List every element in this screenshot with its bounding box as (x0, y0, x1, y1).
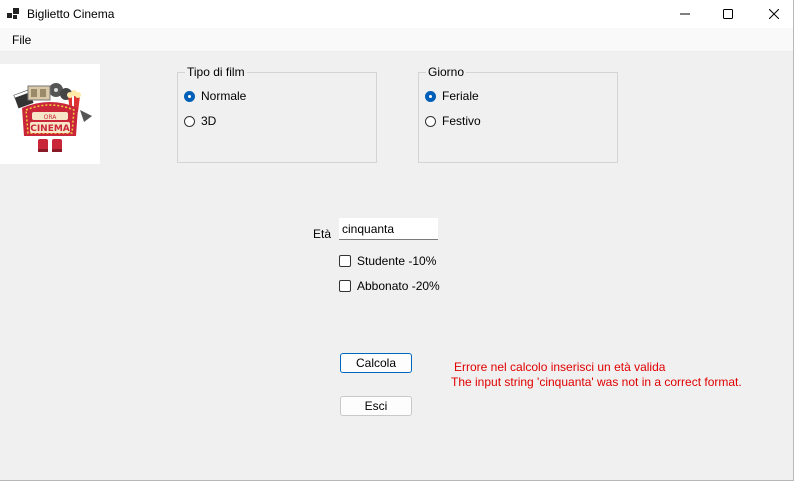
radio-feriale-label: Feriale (442, 89, 479, 103)
menu-bar: File (0, 28, 793, 52)
age-input[interactable] (339, 218, 438, 240)
marquee-text: ORA (44, 114, 58, 121)
calculate-button[interactable]: Calcola (340, 353, 412, 373)
film-type-legend: Tipo di film (185, 65, 247, 79)
exit-button[interactable]: Esci (340, 396, 412, 416)
radio-3d[interactable]: 3D (184, 114, 216, 128)
cinema-logo: ORA CINEMA (0, 64, 100, 164)
student-checkbox-box[interactable] (339, 255, 351, 267)
radio-3d-label: 3D (201, 114, 217, 128)
radio-normale-label: Normale (201, 89, 247, 103)
title-bar[interactable]: Biglietto Cinema (0, 0, 793, 28)
cinema-sign-text: CINEMA (30, 124, 70, 134)
student-checkbox[interactable]: Studente -10% (339, 254, 436, 268)
subscriber-checkbox[interactable]: Abbonato -20% (339, 279, 440, 293)
day-legend: Giorno (426, 65, 467, 79)
student-checkbox-label: Studente -10% (357, 254, 437, 268)
error-message: Errore nel calcolo inserisci un età vali… (454, 360, 666, 374)
app-window: Biglietto Cinema File ORA CINEMA Tipo di… (0, 0, 794, 481)
app-icon (7, 8, 19, 19)
minimize-icon (680, 13, 690, 15)
error-detail: The input string 'cinquanta' was not in … (451, 375, 742, 389)
close-icon (769, 9, 779, 19)
radio-normale[interactable]: Normale (184, 89, 246, 103)
window-title: Biglietto Cinema (27, 7, 115, 21)
subscriber-checkbox-label: Abbonato -20% (357, 279, 440, 293)
radio-festivo-indicator[interactable] (425, 115, 436, 127)
maximize-icon (723, 9, 733, 19)
age-label: Età (313, 227, 332, 241)
radio-normale-indicator[interactable] (184, 90, 195, 102)
radio-festivo-label: Festivo (442, 114, 481, 128)
maximize-button[interactable] (705, 0, 751, 28)
close-button[interactable] (751, 0, 794, 28)
radio-feriale-indicator[interactable] (425, 90, 436, 102)
radio-3d-indicator[interactable] (184, 115, 195, 127)
radio-feriale[interactable]: Feriale (425, 89, 479, 103)
radio-festivo[interactable]: Festivo (425, 114, 481, 128)
minimize-button[interactable] (662, 0, 708, 28)
menu-file[interactable]: File (12, 33, 31, 47)
subscriber-checkbox-box[interactable] (339, 280, 351, 292)
cinema-logo-image: ORA CINEMA (13, 83, 92, 152)
